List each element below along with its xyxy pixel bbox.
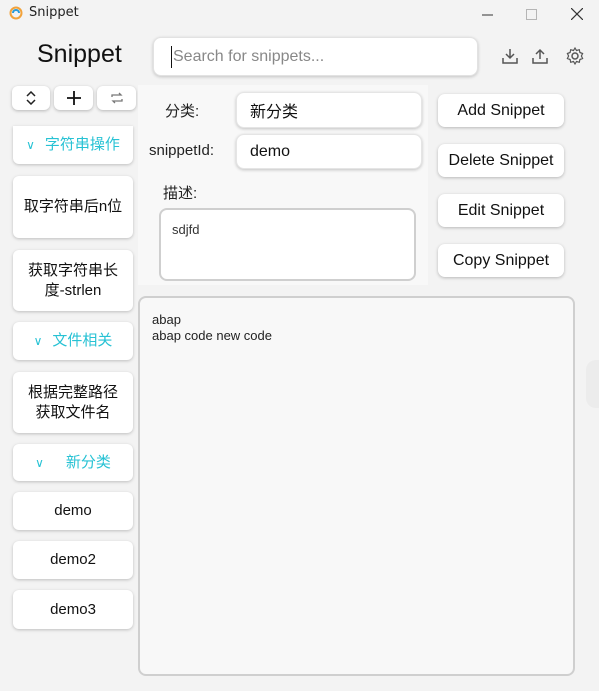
delete-snippet-button[interactable]: Delete Snippet [438,144,564,177]
sidebar-item-snippet[interactable]: 取字符串后n位 [13,176,133,238]
upload-icon[interactable] [530,46,550,66]
edit-snippet-button[interactable]: Edit Snippet [438,194,564,227]
maximize-icon [525,8,537,20]
description-label: 描述: [163,185,198,202]
sidebar-item-label: demo3 [50,600,96,618]
plus-icon [66,91,81,105]
close-icon [571,8,583,20]
category-label: 分类: [165,103,200,120]
maximize-button[interactable] [508,0,554,28]
search-input[interactable] [171,46,468,68]
sidebar-category-new[interactable]: ∨ 新分类 [13,444,133,481]
refresh-icon [110,92,123,104]
category-field[interactable]: 新分类 [236,92,422,128]
download-icon[interactable] [500,46,520,66]
gear-icon[interactable] [565,46,585,66]
sidebar-category-string[interactable]: ∨ 字符串操作 [13,126,133,164]
code-line: abap [152,312,181,327]
chevron-down-icon: ∨ [26,138,35,152]
window-title: Snippet [29,5,79,20]
snippet-id-field[interactable]: demo [236,134,422,169]
sidebar-item-label: demo2 [50,551,96,568]
sidebar-item-label: 取字符串后n位 [23,198,123,215]
close-button[interactable] [554,0,599,28]
add-button[interactable] [54,86,93,110]
sidebar-category-file[interactable]: ∨ 文件相关 [13,322,133,360]
sidebar-item-label: 根据完整路径获取文件名 [27,383,118,421]
search-box[interactable] [153,37,478,76]
sort-button[interactable] [12,86,50,110]
panel-toggle-handle[interactable] [586,360,599,408]
code-editor[interactable]: abap abap code new code [138,296,575,676]
sidebar-item-snippet[interactable]: 获取字符串长度-strlen [13,250,133,311]
minimize-button[interactable] [464,0,510,28]
minimize-icon [481,14,493,15]
add-snippet-button[interactable]: Add Snippet [438,94,564,127]
snippet-id-label: snippetId: [149,142,215,159]
refresh-button[interactable] [97,86,136,110]
sidebar-item-snippet[interactable]: demo2 [13,541,133,579]
sidebar-item-label: 获取字符串长度-strlen [27,261,118,299]
code-line: abap code new code [152,328,272,343]
sidebar-item-label: demo [54,502,92,519]
sidebar-item-snippet[interactable]: demo3 [13,590,133,629]
sidebar-item-snippet[interactable]: 根据完整路径获取文件名 [13,372,133,433]
app-header-title: Snippet [37,40,122,68]
sidebar-category-label: 字符串操作 [44,136,120,153]
description-field[interactable]: sdjfd [159,208,416,281]
sidebar-category-label: 文件相关 [52,332,113,349]
sort-icon [26,91,36,105]
sidebar-category-label: 新分类 [65,453,111,471]
chevron-down-icon: ∨ [33,334,43,348]
chevron-down-icon: ∨ [35,455,44,470]
app-logo-icon [9,6,23,20]
copy-snippet-button[interactable]: Copy Snippet [438,244,564,277]
sidebar-item-snippet[interactable]: demo [13,492,133,530]
